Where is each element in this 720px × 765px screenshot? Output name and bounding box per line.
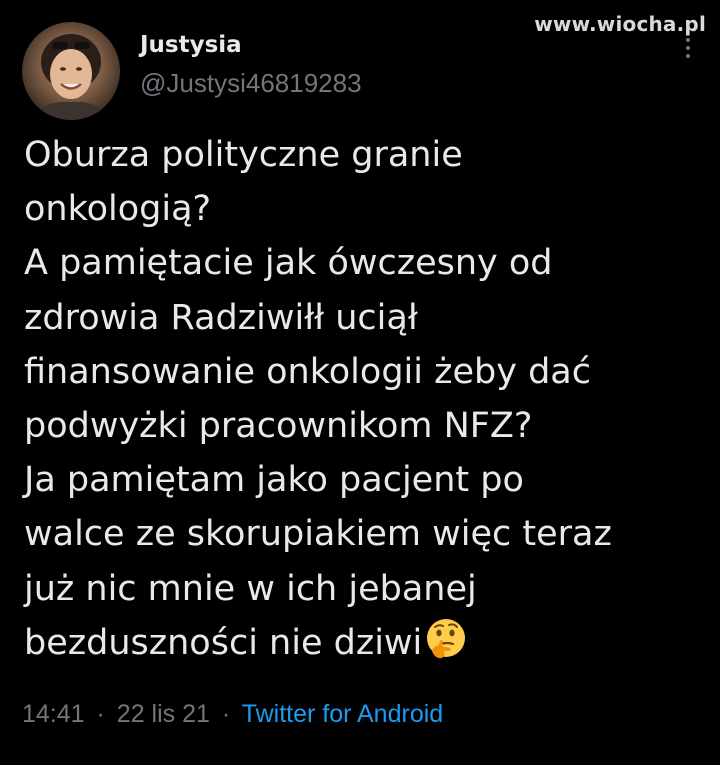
avatar[interactable] [22,22,120,120]
meta-separator: · [96,700,105,728]
author-handle[interactable]: @Justysi46819283 [140,66,362,100]
tweet-meta: 14:41 · 22 lis 21 · Twitter for Android [22,700,443,729]
tweet-line-last: bezduszności nie dziwi [24,616,704,670]
tweet-line: zdrowia Radziwiłł uciął [24,297,418,338]
meta-separator: · [221,700,231,728]
more-options-icon[interactable] [686,38,690,58]
tweet-header: Justysia @Justysi46819283 [22,22,362,120]
tweet-line: A pamiętacie jak ówczesny od [24,243,553,284]
tweet-text: Oburza polityczne granie onkologią? A pa… [24,128,704,670]
tweet-line: Ja pamiętam jako pacjent po [24,460,524,501]
tweet-line: podwyżki pracownikom NFZ? [24,406,533,447]
watermark: www.wiocha.pl [534,12,706,36]
author-display-name[interactable]: Justysia [140,30,362,60]
tweet-line-last-text: bezduszności nie dziwi [24,622,423,663]
tweet-line: onkologią? [24,189,212,230]
tweet-source-link[interactable]: Twitter for Android [242,700,443,728]
tweet-line: finansowanie onkologii żeby dać [24,351,591,392]
avatar-photo-icon [32,34,110,120]
tweet-line: walce ze skorupiakiem więc teraz [24,514,612,555]
tweet-line: już nic mnie w ich jebanej [24,568,477,609]
tweet-line: Oburza polityczne granie [24,135,463,175]
tweet-date[interactable]: 22 lis 21 [117,700,210,728]
author-names: Justysia @Justysi46819283 [140,30,362,100]
tweet-time[interactable]: 14:41 [22,700,85,728]
thinking-face-icon [427,618,466,658]
